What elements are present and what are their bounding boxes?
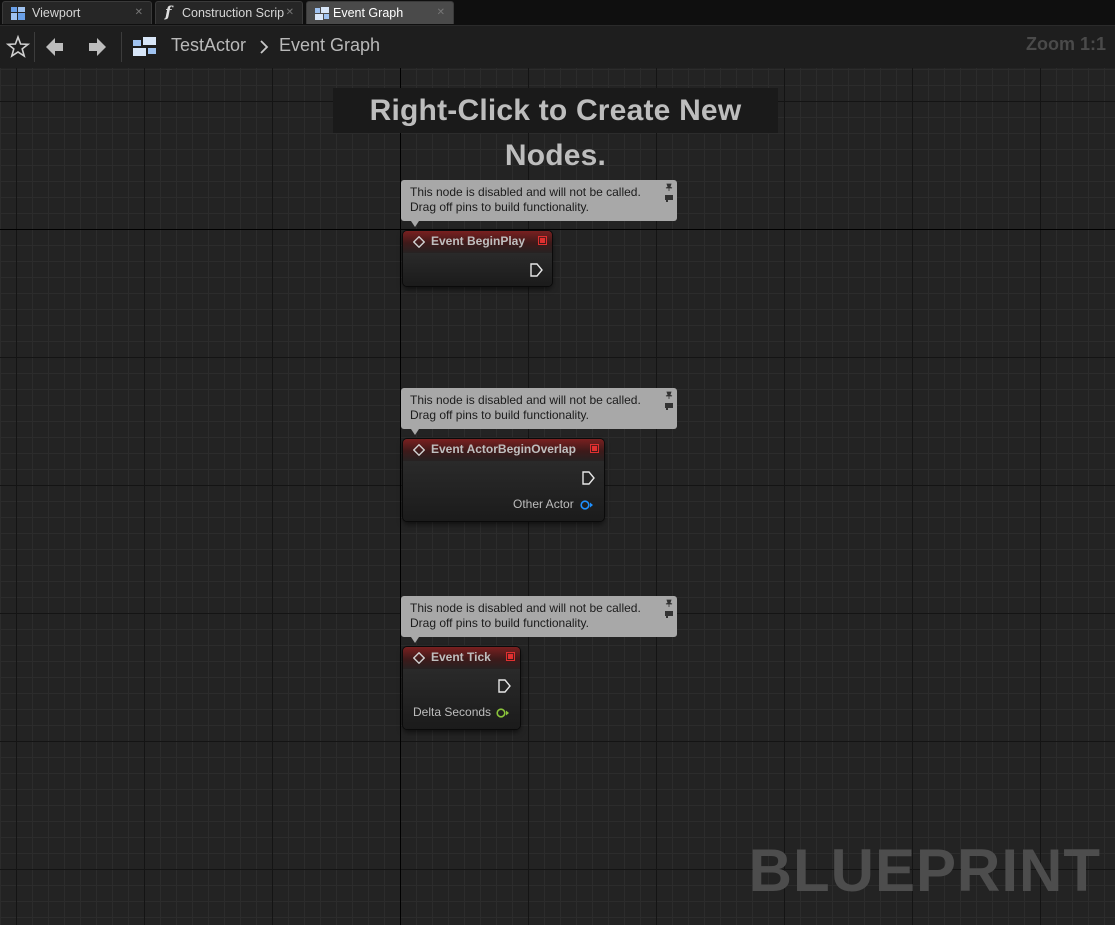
node-event-tick[interactable]: Event Tick Delta Seconds: [403, 647, 520, 729]
blueprint-watermark: BLUEPRINT: [748, 837, 1101, 904]
pin-icon[interactable]: [665, 599, 673, 607]
object-pin-icon[interactable]: [580, 500, 593, 510]
graph-toolbar: TestActor Event Graph Zoom 1:1: [0, 26, 1115, 69]
node-title: Event BeginPlay: [431, 234, 526, 248]
graph-origin-horizontal: [0, 229, 1115, 230]
event-diamond-icon: [413, 652, 425, 664]
exec-output-pin[interactable]: [582, 471, 595, 485]
delegate-pin[interactable]: [506, 652, 515, 661]
pin-label-delta-seconds: Delta Seconds: [413, 705, 492, 719]
node-body: [403, 461, 604, 521]
tab-label: Viewport: [32, 6, 81, 20]
function-icon: f: [165, 3, 172, 21]
close-icon[interactable]: ✕: [286, 2, 294, 24]
exec-output-pin[interactable]: [498, 679, 511, 693]
node-title: Event ActorBeginOverlap: [431, 442, 576, 456]
tab-construction-script[interactable]: f Construction Scrip ✕: [155, 1, 303, 24]
node-comment: This node is disabled and will not be ca…: [401, 388, 677, 435]
pin-label-other-actor: Other Actor: [513, 497, 574, 511]
float-pin-icon[interactable]: [496, 708, 509, 718]
event-graph-canvas[interactable]: Right-Click to Create New Nodes. This no…: [0, 68, 1115, 925]
comment-bubble-icon[interactable]: [665, 403, 673, 410]
favorite-button[interactable]: [5, 34, 31, 60]
node-comment: This node is disabled and will not be ca…: [401, 180, 677, 227]
delegate-pin[interactable]: [590, 444, 599, 453]
comment-line: Drag off pins to build functionality.: [410, 408, 589, 422]
node-body: [403, 669, 520, 729]
toolbar-divider: [34, 32, 35, 62]
tab-label: Construction Scrip: [182, 6, 285, 20]
node-event-actorbeginoverlap[interactable]: Event ActorBeginOverlap Other Actor: [403, 439, 604, 521]
comment-line: This node is disabled and will not be ca…: [410, 393, 641, 407]
tab-event-graph[interactable]: Event Graph ✕: [306, 1, 454, 24]
viewport-icon: [11, 7, 25, 20]
forward-arrow-icon: [89, 38, 106, 56]
pin-icon[interactable]: [665, 183, 673, 191]
document-tab-bar: Viewport ✕ f Construction Scrip ✕ Event …: [0, 0, 1115, 26]
breadcrumb-root[interactable]: TestActor: [171, 35, 246, 56]
breadcrumb-current: Event Graph: [279, 35, 381, 55]
comment-bubble-icon[interactable]: [665, 195, 673, 202]
close-icon[interactable]: ✕: [135, 2, 143, 24]
back-button[interactable]: [42, 34, 68, 60]
comment-line: Drag off pins to build functionality.: [410, 200, 589, 214]
node-title: Event Tick: [431, 650, 491, 664]
pin-icon[interactable]: [665, 391, 673, 399]
chevron-right-icon: [260, 40, 269, 54]
comment-line: Drag off pins to build functionality.: [410, 616, 589, 630]
zoom-level: Zoom 1:1: [1025, 34, 1106, 54]
comment-line: This node is disabled and will not be ca…: [410, 601, 641, 615]
graph-hint: Right-Click to Create New Nodes.: [333, 88, 778, 172]
blueprint-graph-icon: [133, 37, 156, 56]
tab-viewport[interactable]: Viewport ✕: [2, 1, 152, 24]
exec-output-pin[interactable]: [530, 263, 543, 277]
toolbar-divider: [121, 32, 122, 62]
node-event-beginplay[interactable]: Event BeginPlay: [403, 231, 552, 286]
event-diamond-icon: [413, 236, 425, 248]
tab-label: Event Graph: [333, 6, 404, 20]
forward-button[interactable]: [84, 34, 110, 60]
event-diamond-icon: [413, 444, 425, 456]
delegate-pin[interactable]: [538, 236, 547, 245]
back-arrow-icon: [46, 38, 63, 56]
star-icon: [5, 34, 31, 58]
comment-bubble-icon[interactable]: [665, 611, 673, 618]
event-graph-icon: [315, 7, 329, 20]
close-icon[interactable]: ✕: [437, 2, 445, 24]
comment-line: This node is disabled and will not be ca…: [410, 185, 641, 199]
node-comment: This node is disabled and will not be ca…: [401, 596, 677, 643]
